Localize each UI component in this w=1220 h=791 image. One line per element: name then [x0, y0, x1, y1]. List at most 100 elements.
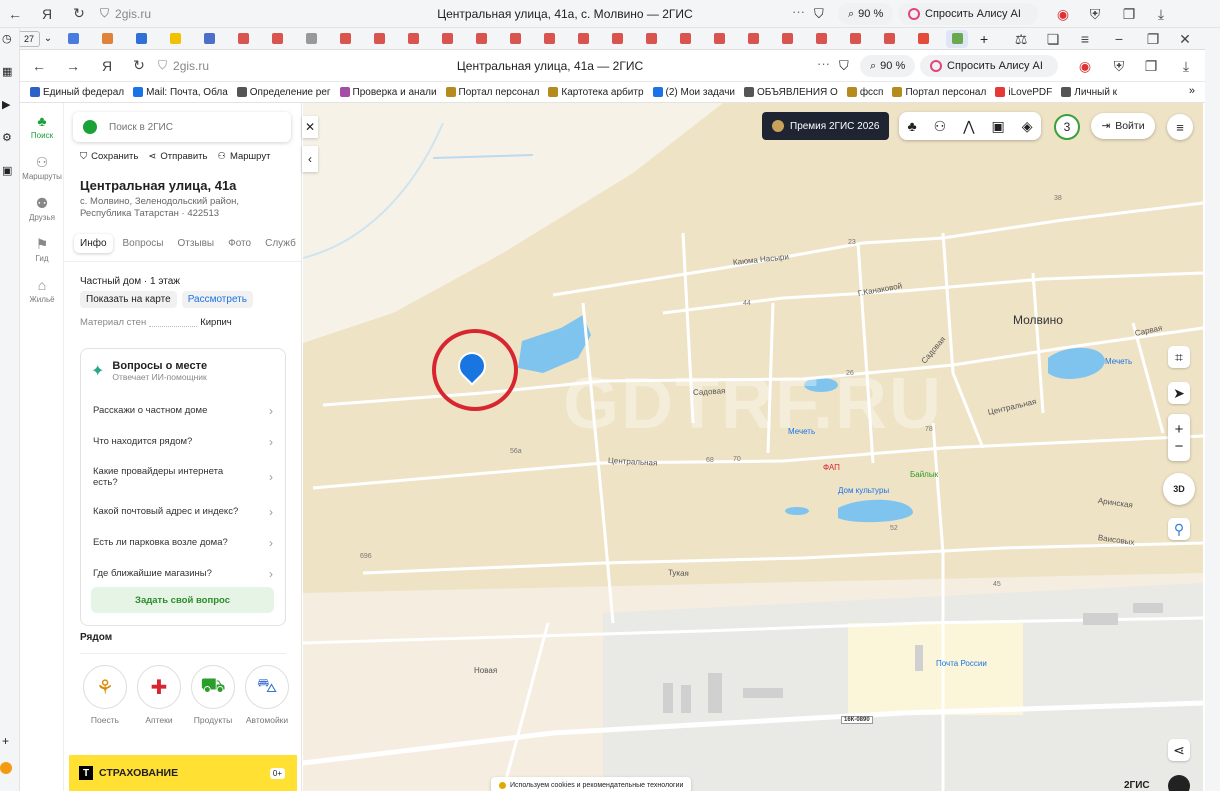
browser-tab[interactable]: [912, 30, 934, 48]
shield-ext-icon[interactable]: ⛨: [1084, 3, 1106, 25]
3d-button[interactable]: 3D: [1163, 473, 1195, 505]
inner-collections-icon[interactable]: ❐: [1140, 55, 1162, 77]
restore-icon[interactable]: ❐: [1142, 28, 1164, 50]
inner-zoom-button[interactable]: ⌕ 90 %: [860, 55, 916, 77]
bookmark-item[interactable]: Картотека арбитр: [548, 82, 644, 102]
inner-url[interactable]: ⛉ 2gis.ru: [158, 58, 209, 73]
share-map-icon[interactable]: ⋖: [1168, 739, 1190, 761]
transport-icon[interactable]: ▣: [992, 118, 1005, 135]
bookmark-item[interactable]: фссп: [846, 82, 883, 102]
tab-4[interactable]: Служб: [259, 234, 301, 253]
tabs-dropdown-icon[interactable]: ⌄: [40, 33, 56, 44]
tab-1[interactable]: Вопросы: [117, 234, 170, 253]
inner-download-icon[interactable]: ⤓: [1175, 55, 1197, 77]
parks-icon[interactable]: ♣: [907, 118, 916, 134]
browser-tab[interactable]: [436, 30, 458, 48]
browser-tab[interactable]: [368, 30, 390, 48]
inner-reload-icon[interactable]: ↻: [128, 55, 150, 77]
question-item[interactable]: Что находится рядом? ›: [81, 426, 285, 457]
play-icon[interactable]: ▶: [2, 98, 19, 111]
zoom-out-icon[interactable]: −: [1175, 438, 1184, 455]
search-box[interactable]: [73, 112, 291, 142]
tabs-panel-icon[interactable]: ❏: [1042, 28, 1064, 50]
extension-icon[interactable]: ◉: [1052, 3, 1074, 25]
browser-tab[interactable]: [232, 30, 254, 48]
app-icon[interactable]: [0, 762, 12, 774]
nearby-food[interactable]: ⚘ Поесть: [78, 665, 132, 725]
layers-icon[interactable]: ◈: [1022, 118, 1033, 135]
browser-tab[interactable]: [538, 30, 560, 48]
back-icon[interactable]: ←: [4, 3, 26, 25]
tab-0[interactable]: Инфо: [74, 234, 113, 253]
outer-zoom-button[interactable]: ⌕ 90 %: [838, 3, 894, 25]
browser-tab[interactable]: [742, 30, 764, 48]
nav-item-flag[interactable]: ⚑ Гид: [20, 236, 64, 264]
settings-icon[interactable]: ⚙: [2, 131, 19, 144]
browser-tab[interactable]: [300, 30, 322, 48]
collections-icon[interactable]: ❐: [1118, 3, 1140, 25]
bookmark-item[interactable]: Проверка и анали: [339, 82, 437, 102]
inner-bookmark-icon[interactable]: ⛉: [839, 58, 849, 74]
inner-forward-icon[interactable]: →: [62, 55, 84, 77]
bookmark-item[interactable]: ОБЪЯВЛЕНИЯ О: [744, 82, 838, 102]
collapse-panel-icon[interactable]: ‹: [302, 146, 318, 172]
nearby-pharmacy[interactable]: ✚ Аптеки: [132, 665, 186, 725]
browser-tab[interactable]: [674, 30, 696, 48]
mountains-icon[interactable]: ⋀: [963, 118, 974, 135]
browser-tab[interactable]: [470, 30, 492, 48]
search-input[interactable]: [109, 121, 269, 133]
browser-tab[interactable]: [62, 30, 84, 48]
bookmark-item[interactable]: Портал персонал: [445, 82, 539, 102]
outer-url[interactable]: ⛉ 2gis.ru: [100, 6, 220, 21]
bookmark-item[interactable]: Портал персонал: [892, 82, 986, 102]
browser-tab[interactable]: [130, 30, 152, 48]
close-window-icon[interactable]: ✕: [1174, 28, 1196, 50]
question-item[interactable]: Какие провайдеры интернета есть? ›: [81, 457, 285, 496]
browser-tab[interactable]: [640, 30, 662, 48]
grid-icon[interactable]: ▦: [2, 65, 19, 78]
question-item[interactable]: Какой почтовый адрес и индекс? ›: [81, 496, 285, 527]
menu-icon[interactable]: ≡: [1074, 28, 1096, 50]
browser-tab[interactable]: [164, 30, 186, 48]
nav-item-friends[interactable]: ⚉ Друзья: [20, 195, 64, 223]
inner-yandex-icon[interactable]: Я: [96, 55, 118, 77]
cookie-notice[interactable]: Используем cookies и рекомендательные те…: [491, 777, 692, 791]
camera-icon[interactable]: ▣: [2, 164, 19, 177]
route-button[interactable]: ⚇ Маршрут: [217, 151, 270, 162]
browser-tab[interactable]: [266, 30, 288, 48]
premium-button[interactable]: Премия 2ГИС 2026: [762, 112, 890, 140]
bookmark-item[interactable]: iLovePDF: [995, 82, 1052, 102]
ask-question-button[interactable]: Задать свой вопрос: [91, 587, 274, 613]
clock-icon[interactable]: ◷: [2, 32, 19, 45]
locate-icon[interactable]: ➤: [1168, 382, 1190, 404]
yandex-icon[interactable]: Я: [36, 3, 58, 25]
tab-3[interactable]: Фото: [222, 234, 257, 253]
bookmark-item[interactable]: Mail: Почта, Обла: [133, 82, 228, 102]
map[interactable]: GDTRF.RU Премия 2ГИС 2026 ♣ ⚇ ⋀ ▣ ◈ 3 ⇥ В…: [303, 103, 1203, 791]
reload-icon[interactable]: ↻: [68, 3, 90, 25]
browser-tab[interactable]: [96, 30, 118, 48]
show-on-map-button[interactable]: Показать на карте: [80, 291, 177, 308]
nav-item-home[interactable]: ⌂ Жильё: [20, 277, 64, 304]
nav-item-tree[interactable]: ♣ Поиск: [20, 113, 64, 140]
expand-button[interactable]: Рассмотреть: [181, 291, 253, 308]
tab-2[interactable]: Отзывы: [171, 234, 220, 253]
new-tab-icon[interactable]: +: [980, 31, 988, 47]
send-button[interactable]: ⋖ Отправить: [148, 151, 207, 162]
tab-counter[interactable]: 27: [18, 30, 40, 47]
minimize-icon[interactable]: −: [1108, 28, 1130, 50]
zoom-in-icon[interactable]: +: [1175, 421, 1184, 438]
browser-tab[interactable]: [708, 30, 730, 48]
browser-tab[interactable]: [504, 30, 526, 48]
browser-tab[interactable]: [776, 30, 798, 48]
browser-tab[interactable]: [198, 30, 220, 48]
bookmark-item[interactable]: Единый федерал: [30, 82, 124, 102]
close-panel-icon[interactable]: ✕: [302, 116, 318, 138]
bookmark-item[interactable]: Определение рег: [236, 82, 331, 102]
notifications-badge[interactable]: 3: [1054, 114, 1080, 140]
inner-extension-icon[interactable]: ◉: [1074, 55, 1096, 77]
more-bookmarks-icon[interactable]: »: [1189, 85, 1195, 97]
nearby-groceries[interactable]: ⛟ Продукты: [186, 665, 240, 725]
login-button[interactable]: ⇥ Войти: [1091, 113, 1155, 139]
inner-shield-ext-icon[interactable]: ⛨: [1108, 55, 1130, 77]
